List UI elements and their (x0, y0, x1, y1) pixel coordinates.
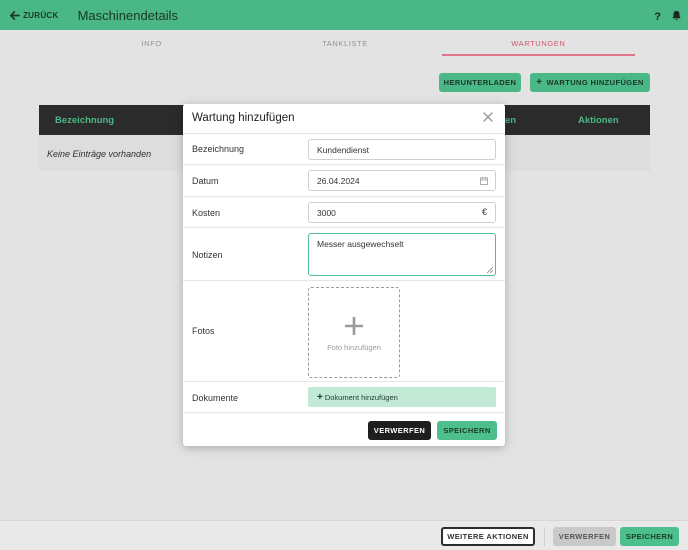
dialog-title: Wartung hinzufügen (192, 112, 295, 124)
footer-save-button[interactable]: SPEICHERN (620, 527, 679, 546)
plus-icon (345, 317, 363, 335)
add-photo-dropzone[interactable]: Foto hinzufügen (308, 287, 400, 378)
fotos-label: Fotos (192, 326, 215, 336)
notizen-value: Messer ausgewechselt (317, 239, 404, 249)
kosten-label: Kosten (192, 208, 221, 218)
datum-label: Datum (192, 176, 219, 186)
notizen-textarea[interactable]: Messer ausgewechselt (308, 233, 496, 276)
footer-bar: WEITERE AKTIONEN VERWERFEN SPEICHERN (0, 520, 688, 550)
row-fotos: Fotos Foto hinzufügen (183, 281, 505, 382)
add-wartung-dialog: Wartung hinzufügen Bezeichnung Kundendie… (183, 104, 505, 446)
dialog-save-button[interactable]: SPEICHERN (437, 421, 497, 440)
row-kosten: Kosten 3000 € (183, 197, 505, 228)
kosten-input[interactable]: 3000 € (308, 202, 496, 223)
kosten-value: 3000 (317, 208, 336, 218)
calendar-icon[interactable] (480, 177, 488, 185)
dialog-header: Wartung hinzufügen (183, 104, 505, 134)
resize-handle-icon[interactable] (487, 267, 493, 273)
datum-value: 26.04.2024 (317, 176, 360, 186)
footer-discard-button[interactable]: VERWERFEN (553, 527, 616, 546)
bezeichnung-label: Bezeichnung (192, 144, 245, 154)
row-dokumente: Dokumente + Dokument hinzufügen (183, 382, 505, 413)
bezeichnung-input[interactable]: Kundendienst (308, 139, 496, 160)
euro-icon: € (481, 207, 487, 217)
row-notizen: Notizen Messer ausgewechselt (183, 228, 505, 281)
more-actions-button[interactable]: WEITERE AKTIONEN (441, 527, 535, 546)
notizen-label: Notizen (192, 250, 223, 260)
row-bezeichnung: Bezeichnung Kundendienst (183, 134, 505, 165)
add-photo-label: Foto hinzufügen (327, 343, 381, 352)
footer-divider (544, 527, 545, 546)
datum-input[interactable]: 26.04.2024 (308, 170, 496, 191)
add-document-label: Dokument hinzufügen (324, 393, 398, 402)
dokumente-label: Dokumente (192, 393, 239, 403)
close-icon[interactable] (482, 111, 494, 123)
row-datum: Datum 26.04.2024 (183, 165, 505, 197)
plus-icon: + (317, 392, 323, 403)
add-document-button[interactable]: + Dokument hinzufügen (308, 387, 496, 407)
dialog-discard-button[interactable]: VERWERFEN (368, 421, 431, 440)
